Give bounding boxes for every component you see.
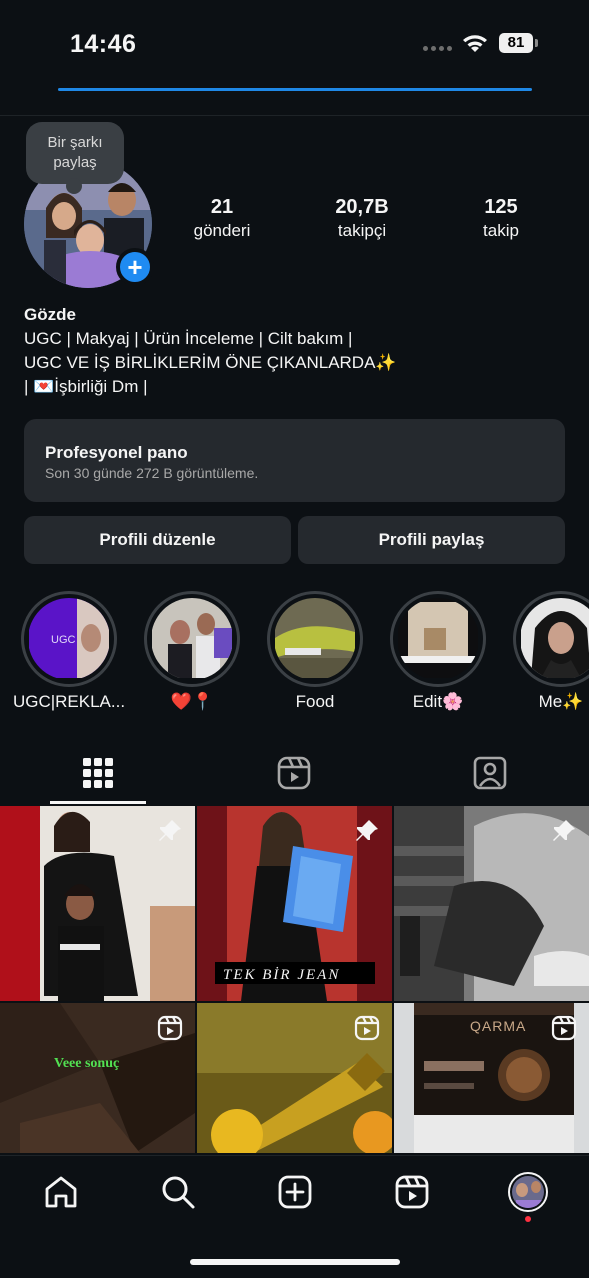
add-story-button[interactable]: + xyxy=(116,248,154,286)
highlight-item[interactable]: Me✨ xyxy=(513,591,589,712)
stat-following-value: 125 xyxy=(484,196,518,218)
nav-profile[interactable] xyxy=(508,1172,548,1222)
tagged-icon xyxy=(473,756,507,790)
pro-panel-title: Profesyonel pano xyxy=(45,443,188,462)
post-thumbnail[interactable] xyxy=(394,806,589,1001)
highlight-cover xyxy=(151,598,233,680)
highlight-label: Me✨ xyxy=(538,692,584,711)
post-overlay-text: Veee sonuç xyxy=(54,1056,119,1071)
share-profile-button[interactable]: Profili paylaş xyxy=(298,516,565,564)
grid-icon xyxy=(83,758,113,788)
home-indicator xyxy=(190,1259,400,1265)
profile-name: Gözde xyxy=(24,305,76,324)
status-bar: 14:46 81 xyxy=(0,0,589,80)
posts-grid: TEK BİR JEAN Veee sonuç QARMA xyxy=(0,806,589,1156)
highlight-label: UGC|REKLA... xyxy=(12,692,126,711)
active-tab-indicator xyxy=(50,801,146,804)
stat-posts[interactable]: 21 gönderi xyxy=(162,196,282,241)
nav-reels[interactable] xyxy=(392,1172,432,1212)
header-divider xyxy=(0,115,589,116)
tab-tagged[interactable] xyxy=(442,744,538,802)
tab-reels[interactable] xyxy=(246,744,342,802)
post-thumbnail[interactable]: TEK BİR JEAN xyxy=(197,806,392,1001)
search-icon xyxy=(162,1176,195,1209)
reels-icon xyxy=(277,756,311,790)
stat-following-label: takip xyxy=(483,221,519,240)
highlight-item[interactable]: Edit🌸 xyxy=(390,591,486,712)
post-thumbnail[interactable] xyxy=(197,1003,392,1153)
highlight-label: Edit🌸 xyxy=(412,692,464,711)
battery-icon: 81 xyxy=(499,33,533,53)
note-text: Bir şarkı paylaş xyxy=(47,134,103,171)
edit-profile-button[interactable]: Profili düzenle xyxy=(24,516,291,564)
highlight-cover xyxy=(397,598,479,680)
battery-tip xyxy=(535,39,538,47)
reel-badge-icon xyxy=(157,1015,183,1041)
bio-line: UGC VE İŞ BİRLİKLERİM ÖNE ÇIKANLARDA✨ xyxy=(24,353,397,372)
highlight-item[interactable]: UGC UGC|REKLA... xyxy=(13,591,125,712)
stat-followers-value: 20,7B xyxy=(335,196,389,218)
highlight-item[interactable]: Food xyxy=(267,591,363,712)
post-thumbnail[interactable] xyxy=(0,806,195,1001)
profile-avatar-icon xyxy=(508,1172,548,1212)
create-icon xyxy=(278,1175,312,1209)
reels-icon xyxy=(395,1175,429,1209)
stat-followers-label: takipçi xyxy=(337,221,387,240)
pro-panel-subtitle: Son 30 günde 272 B görüntüleme. xyxy=(45,465,259,481)
highlight-label: Food xyxy=(295,692,335,711)
highlight-inner-text: UGC xyxy=(51,634,76,646)
highlight-cover: UGC xyxy=(28,598,110,680)
pin-icon xyxy=(553,820,575,841)
wifi-icon xyxy=(463,35,487,52)
highlight-cover xyxy=(520,598,589,680)
stat-following[interactable]: 125 takip xyxy=(441,196,561,241)
highlight-item[interactable]: ❤️📍 xyxy=(144,591,240,712)
post-thumbnail[interactable]: QARMA xyxy=(394,1003,589,1153)
status-time: 14:46 xyxy=(70,30,137,58)
post-overlay-text: QARMA xyxy=(470,1018,526,1034)
nav-home[interactable] xyxy=(41,1172,81,1212)
highlight-cover xyxy=(274,598,356,680)
profile-tabs xyxy=(0,744,589,804)
post-overlay-text: TEK BİR JEAN xyxy=(223,967,340,983)
post-thumbnail[interactable]: Veee sonuç xyxy=(0,1003,195,1153)
reel-badge-icon xyxy=(551,1015,577,1041)
cellular-signal-icon xyxy=(423,46,452,51)
stat-posts-value: 21 xyxy=(210,196,234,218)
bio-line: UGC | Makyaj | Ürün İnceleme | Cilt bakı… xyxy=(24,329,353,348)
stat-posts-label: gönderi xyxy=(193,221,251,240)
nav-search[interactable] xyxy=(158,1172,198,1212)
story-highlights: UGC UGC|REKLA... ❤️📍 Food Edit🌸 Me✨ xyxy=(0,591,589,721)
nav-create[interactable] xyxy=(275,1172,315,1212)
highlight-label: ❤️📍 xyxy=(170,692,214,711)
pin-icon xyxy=(356,820,378,841)
home-icon xyxy=(45,1176,77,1208)
profile-bio: Gözde UGC | Makyaj | Ürün İnceleme | Cil… xyxy=(24,303,397,399)
reel-badge-icon xyxy=(354,1015,380,1041)
progress-line xyxy=(58,88,532,91)
notification-dot xyxy=(525,1216,531,1222)
pin-icon xyxy=(159,820,181,841)
stat-followers[interactable]: 20,7B takipçi xyxy=(302,196,422,241)
professional-dashboard[interactable]: Profesyonel pano Son 30 günde 272 B görü… xyxy=(24,419,565,502)
tab-grid[interactable] xyxy=(50,744,146,802)
bio-line: | 💌İşbirliği Dm | xyxy=(24,377,148,396)
note-bubble[interactable]: Bir şarkı paylaş xyxy=(26,122,124,194)
